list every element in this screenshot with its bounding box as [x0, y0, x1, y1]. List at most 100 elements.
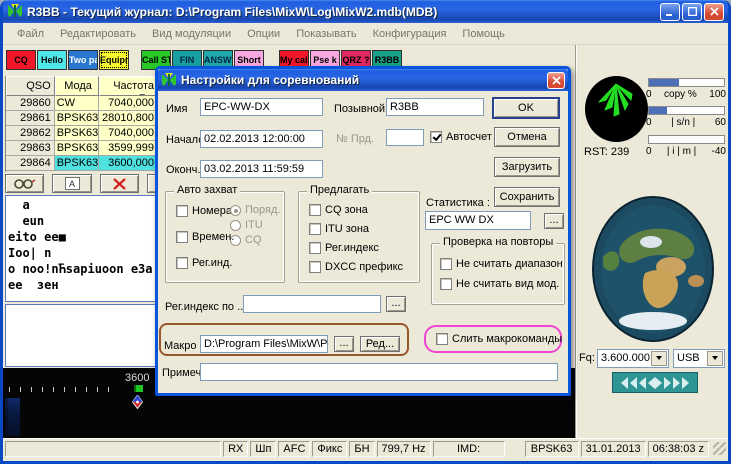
cq-radio[interactable]: CQ [230, 234, 262, 246]
checkbox-checked-icon [430, 131, 442, 143]
merge-macros-checkbox[interactable]: Слить макрокоманды [436, 333, 562, 345]
snr-meter-label: 0 | s/n | 60 [646, 118, 726, 128]
menu-mode[interactable]: Вид модуляции [144, 25, 239, 43]
status-lock-toggle[interactable]: Фикс [312, 440, 348, 457]
cq-zone-checkbox[interactable]: CQ зона [309, 204, 368, 216]
sideband-dropdown-button[interactable] [707, 350, 723, 366]
start-input[interactable]: 02.02.2013 12:00:00 [200, 130, 323, 148]
macro-button-hello[interactable]: Hello [37, 50, 67, 70]
statistics-input[interactable]: EPC WW DX [425, 211, 531, 230]
autocount-checkbox[interactable]: Автосчет [430, 131, 492, 143]
serial-number-input [386, 129, 424, 146]
dxcc-prefix-checkbox[interactable]: DXCC префикс [309, 261, 403, 273]
macro-path-input[interactable]: D:\Program Files\MixW\Plug [200, 335, 328, 353]
statistics-browse-button[interactable]: ... [544, 213, 564, 229]
statistics-label: Статистика : [426, 197, 490, 209]
column-header-mode[interactable]: Мода [54, 76, 100, 96]
rx-line: Ioo| n [8, 246, 52, 260]
callsign-input[interactable]: R3BB [386, 98, 484, 116]
table-row-selected[interactable]: 29864 BPSK63 3600,000 [6, 156, 157, 171]
status-afc-toggle[interactable]: AFC [278, 440, 311, 457]
meter-title: | i | m | [666, 146, 697, 157]
autocapture-group: Авто захват Номера Поряд. ITU CQ Времен.… [165, 184, 285, 283]
menu-view[interactable]: Показывать [288, 25, 364, 43]
itu-radio[interactable]: ITU [230, 219, 263, 231]
tuning-scope[interactable] [585, 76, 648, 142]
rx-text-pane[interactable]: a eun eito ee■ Ioo| n o noo!nЋsapiuoon e3a e… [5, 195, 157, 302]
menu-options[interactable]: Опции [239, 25, 288, 43]
table-row[interactable]: 29860 CW 7040,000 [6, 96, 157, 111]
close-button[interactable] [704, 2, 724, 21]
view-log-button[interactable] [5, 174, 45, 193]
cell-mode: BPSK63 [54, 156, 100, 171]
load-button[interactable]: Загрузить [494, 157, 560, 177]
right-arrow-icon [682, 376, 689, 389]
status-audio-frequency[interactable]: 799,7 Hz [376, 440, 431, 457]
frequency-scale-label: 3600 [125, 372, 150, 384]
edit-label-button[interactable]: A [52, 174, 92, 193]
table-row[interactable]: 29863 BPSK63 3599,999 [6, 141, 157, 156]
log-toolbar: A [5, 174, 157, 194]
table-row[interactable]: 29861 BPSK63 28010,800 [6, 111, 157, 126]
save-button[interactable]: Сохранить [494, 187, 560, 207]
frequency-dropdown-button[interactable] [651, 350, 667, 366]
maximize-button[interactable] [682, 2, 702, 21]
macro-edit-button[interactable]: Ред... [360, 336, 400, 352]
macro-button-equipment[interactable]: Equipmen [99, 50, 129, 70]
minimize-button[interactable] [660, 2, 680, 21]
ok-button[interactable]: OK [492, 97, 560, 119]
menu-help[interactable]: Помощь [454, 25, 513, 43]
tuning-marker-icon[interactable] [132, 395, 143, 409]
frequency-combo[interactable]: 3.600.000 [597, 348, 669, 368]
meter-max: -40 [711, 146, 726, 157]
itu-zone-checkbox[interactable]: ITU зона [309, 223, 369, 235]
macro-browse-button[interactable]: ... [334, 336, 354, 352]
ignore-band-checkbox[interactable]: Не считать диапазон [440, 258, 563, 270]
status-rx-toggle[interactable]: RX [223, 440, 249, 457]
menu-edit[interactable]: Редактировать [52, 25, 144, 43]
title-bar[interactable]: R3BB - Текущий журнал: D:\Program Files\… [3, 0, 728, 23]
ignore-mode-checkbox[interactable]: Не считать вид мод. [440, 278, 559, 290]
serial-radio-label: Поряд. [245, 204, 281, 216]
rx-line: eun [8, 214, 45, 228]
cell-mode: BPSK63 [54, 111, 100, 126]
column-header-freq[interactable]: Частота Rx, [99, 76, 157, 96]
chevron-down-icon [712, 356, 718, 360]
meter-min: 0 [646, 117, 652, 128]
note-input[interactable] [200, 363, 558, 381]
delete-qso-button[interactable] [99, 174, 140, 193]
cell-qso: 29862 [6, 126, 55, 141]
status-bn-toggle[interactable]: БН [349, 440, 375, 457]
menu-configuration[interactable]: Конфигурация [365, 25, 455, 43]
cancel-button[interactable]: Отмена [494, 127, 560, 147]
numbers-checkbox[interactable]: Номера [176, 205, 232, 217]
column-header-qso[interactable]: QSO [6, 76, 55, 96]
temp-checkbox[interactable]: Времен. [176, 231, 234, 243]
macro-button-two-part[interactable]: Two part [68, 50, 98, 70]
regindex-checkbox[interactable]: Рег.инд. [176, 257, 232, 269]
menu-file[interactable]: Файл [9, 25, 52, 43]
resize-grip[interactable] [713, 442, 726, 455]
table-row[interactable]: 29862 BPSK63 7040,000 [6, 126, 157, 141]
dialog-close-button[interactable] [547, 71, 565, 89]
name-input[interactable]: EPC-WW-DX [200, 98, 323, 116]
checkbox-icon [176, 257, 188, 269]
status-mode[interactable]: BPSK63 [524, 440, 579, 457]
reg-index-checkbox[interactable]: Рег.индекс [309, 242, 379, 254]
itu-zone-label: ITU зона [325, 223, 370, 235]
tx-text-pane[interactable] [5, 304, 157, 367]
world-map-globe[interactable] [591, 195, 715, 345]
dialog-title-bar[interactable]: Настройки для соревнований [158, 69, 568, 91]
dialog-title: Настройки для соревнований [181, 73, 360, 87]
meter-min: 0 [646, 146, 652, 157]
fq-label: Fq: [579, 352, 595, 364]
sideband-combo[interactable]: USB [673, 348, 725, 368]
status-squelch-toggle[interactable]: Шп [250, 440, 277, 457]
temp-label: Времен. [192, 231, 235, 243]
regindex-browse-button[interactable]: ... [386, 296, 406, 312]
macro-button-cq[interactable]: CQ [6, 50, 36, 70]
serial-radio[interactable]: Поряд. [230, 204, 280, 216]
regindex-by-input[interactable] [243, 295, 381, 313]
band-scan-arrows-button[interactable] [612, 372, 698, 393]
end-input[interactable]: 03.02.2013 11:59:59 [200, 160, 323, 178]
